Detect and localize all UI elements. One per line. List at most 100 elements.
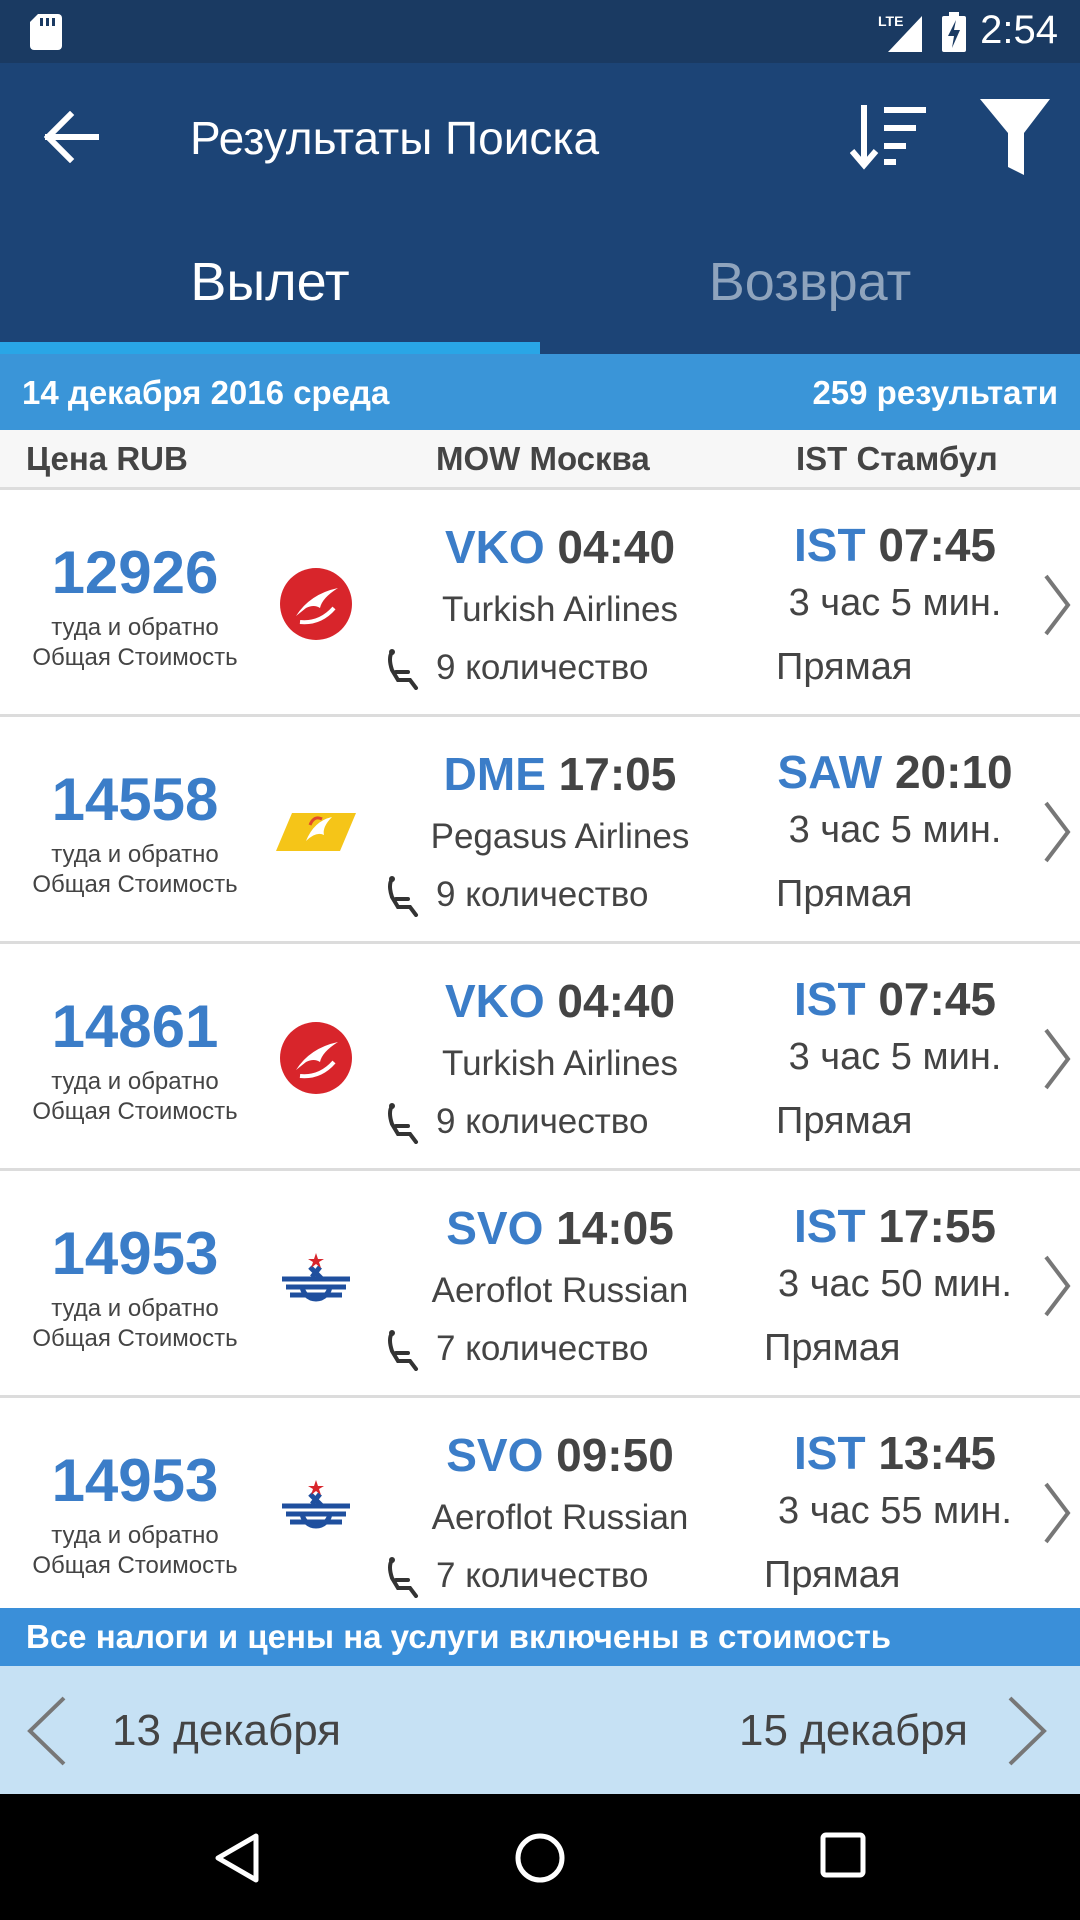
search-date: 14 декабря 2016 среда <box>22 374 390 411</box>
flight-row[interactable]: 14953 туда и обратно Общая Стоимость SVO… <box>0 1171 1080 1398</box>
airline-name: Pegasus Airlines <box>430 817 690 856</box>
sd-card-icon <box>30 14 62 50</box>
departure-time: 17:05 <box>558 748 677 800</box>
filter-icon[interactable] <box>980 99 1050 175</box>
results-count: 259 результати <box>812 374 1058 411</box>
home-nav-icon[interactable] <box>514 1832 566 1884</box>
price: 14953 <box>51 1220 219 1287</box>
stops: Прямая <box>764 1554 901 1596</box>
seat-icon <box>388 1103 418 1144</box>
arrival-airport: IST <box>794 973 866 1025</box>
departure: SVO 09:50 <box>390 1428 730 1482</box>
column-price: Цена RUB <box>26 440 188 477</box>
flight-duration: 3 час 55 мин. <box>778 1490 1012 1532</box>
price-note: туда и обратно <box>51 1522 219 1549</box>
aeroflot-logo <box>282 1480 350 1529</box>
arrival-airport: IST <box>794 1427 866 1479</box>
arrival-time: 07:45 <box>878 973 996 1025</box>
price: 14861 <box>51 993 219 1060</box>
seats-available: 7 количество <box>436 1329 649 1368</box>
chevron-right-icon[interactable] <box>1006 1694 1050 1768</box>
flight-duration: 3 час 5 мин. <box>788 809 1002 851</box>
stops: Прямая <box>776 1100 913 1142</box>
airline-name: Turkish Airlines <box>442 1044 678 1083</box>
departure-time: 04:40 <box>557 975 676 1027</box>
price: 14953 <box>51 1447 219 1514</box>
tab-departure[interactable]: Вылет <box>0 210 540 354</box>
taxes-notice: Все налоги и цены на услуги включены в с… <box>0 1608 1080 1666</box>
flight-duration: 3 час 5 мин. <box>788 582 1002 624</box>
departure-airport: SVO <box>446 1202 544 1254</box>
flight-row[interactable]: 14558 туда и обратно Общая Стоимость DME… <box>0 717 1080 944</box>
back-arrow-icon[interactable] <box>44 111 104 163</box>
arrival-time: 13:45 <box>878 1427 996 1479</box>
aeroflot-logo <box>282 1253 350 1302</box>
tab-return[interactable]: Возврат <box>540 210 1080 354</box>
page-title: Результаты Поиска <box>190 112 600 164</box>
arrival-airport: SAW <box>777 746 883 798</box>
chevron-right-icon[interactable] <box>1042 799 1072 865</box>
column-origin: MOW Москва <box>436 440 650 477</box>
chevron-right-icon[interactable] <box>1042 1480 1072 1546</box>
flight-row[interactable]: 12926 туда и обратно Общая Стоимость VKO… <box>0 490 1080 717</box>
price-total-note: Общая Стоимость <box>32 1098 238 1125</box>
chevron-right-icon[interactable] <box>1042 1253 1072 1319</box>
stops: Прямая <box>776 646 913 688</box>
seats-available: 9 количество <box>436 875 649 914</box>
price-total-note: Общая Стоимость <box>32 1325 238 1352</box>
date-bar: 14 декабря 2016 среда 259 результати <box>0 354 1080 430</box>
arrival-time: 17:55 <box>878 1200 996 1252</box>
svg-text:LTE: LTE <box>878 13 903 29</box>
chevron-right-icon[interactable] <box>1042 572 1072 638</box>
status-bar: LTE 2:54 <box>0 0 1080 63</box>
back-nav-icon[interactable] <box>212 1832 260 1884</box>
seat-icon <box>388 1330 418 1371</box>
flight-row[interactable]: 14861 туда и обратно Общая Стоимость VKO… <box>0 944 1080 1171</box>
departure-airport: DME <box>443 748 546 800</box>
chevron-left-icon[interactable] <box>24 1694 68 1768</box>
pegasus-airlines-logo <box>276 813 356 851</box>
airline-name: Turkish Airlines <box>442 590 678 629</box>
turkish-airlines-logo <box>280 1022 352 1094</box>
airline-name: Aeroflot Russian <box>431 1498 689 1537</box>
day-navigation: 13 декабря 15 декабря <box>0 1666 1080 1794</box>
departure-airport: VKO <box>444 521 545 573</box>
column-header: Цена RUB MOW Москва IST Стамбул <box>0 430 1080 490</box>
system-nav-bar <box>0 1794 1080 1920</box>
departure: VKO 04:40 <box>390 520 730 574</box>
seat-icon <box>388 649 418 690</box>
arrival: IST 13:45 <box>740 1426 1050 1480</box>
next-day-button[interactable]: 15 декабря <box>739 1706 968 1756</box>
chevron-right-icon[interactable] <box>1042 1026 1072 1092</box>
departure-time: 14:05 <box>556 1202 674 1254</box>
departure-airport: SVO <box>446 1429 544 1481</box>
airline-name: Aeroflot Russian <box>431 1271 689 1310</box>
seat-icon <box>388 876 418 917</box>
arrival-time: 07:45 <box>878 519 996 571</box>
sort-icon[interactable] <box>850 101 930 171</box>
arrival: IST 07:45 <box>740 972 1050 1026</box>
tab-bar: Вылет Возврат <box>0 210 1080 354</box>
arrival-airport: IST <box>794 1200 866 1252</box>
previous-day-button[interactable]: 13 декабря <box>112 1706 341 1756</box>
price-note: туда и обратно <box>51 614 219 641</box>
price: 14558 <box>51 766 219 833</box>
column-destination: IST Стамбул <box>796 440 998 477</box>
recents-nav-icon[interactable] <box>820 1832 866 1878</box>
price-note: туда и обратно <box>51 841 219 868</box>
flight-row[interactable]: 14953 туда и обратно Общая Стоимость SVO… <box>0 1398 1080 1625</box>
flight-duration: 3 час 5 мин. <box>788 1036 1002 1078</box>
departure-time: 09:50 <box>556 1429 674 1481</box>
seats-available: 9 количество <box>436 648 649 687</box>
arrival-time: 20:10 <box>894 746 1013 798</box>
battery-icon <box>942 12 966 52</box>
departure: DME 17:05 <box>390 747 730 801</box>
price-note: туда и обратно <box>51 1295 219 1322</box>
price-total-note: Общая Стоимость <box>32 1552 238 1579</box>
price-total-note: Общая Стоимость <box>32 644 238 671</box>
departure-airport: VKO <box>444 975 545 1027</box>
departure-time: 04:40 <box>557 521 676 573</box>
price: 12926 <box>51 539 219 606</box>
flight-duration: 3 час 50 мин. <box>778 1263 1012 1305</box>
arrival: IST 07:45 <box>740 518 1050 572</box>
